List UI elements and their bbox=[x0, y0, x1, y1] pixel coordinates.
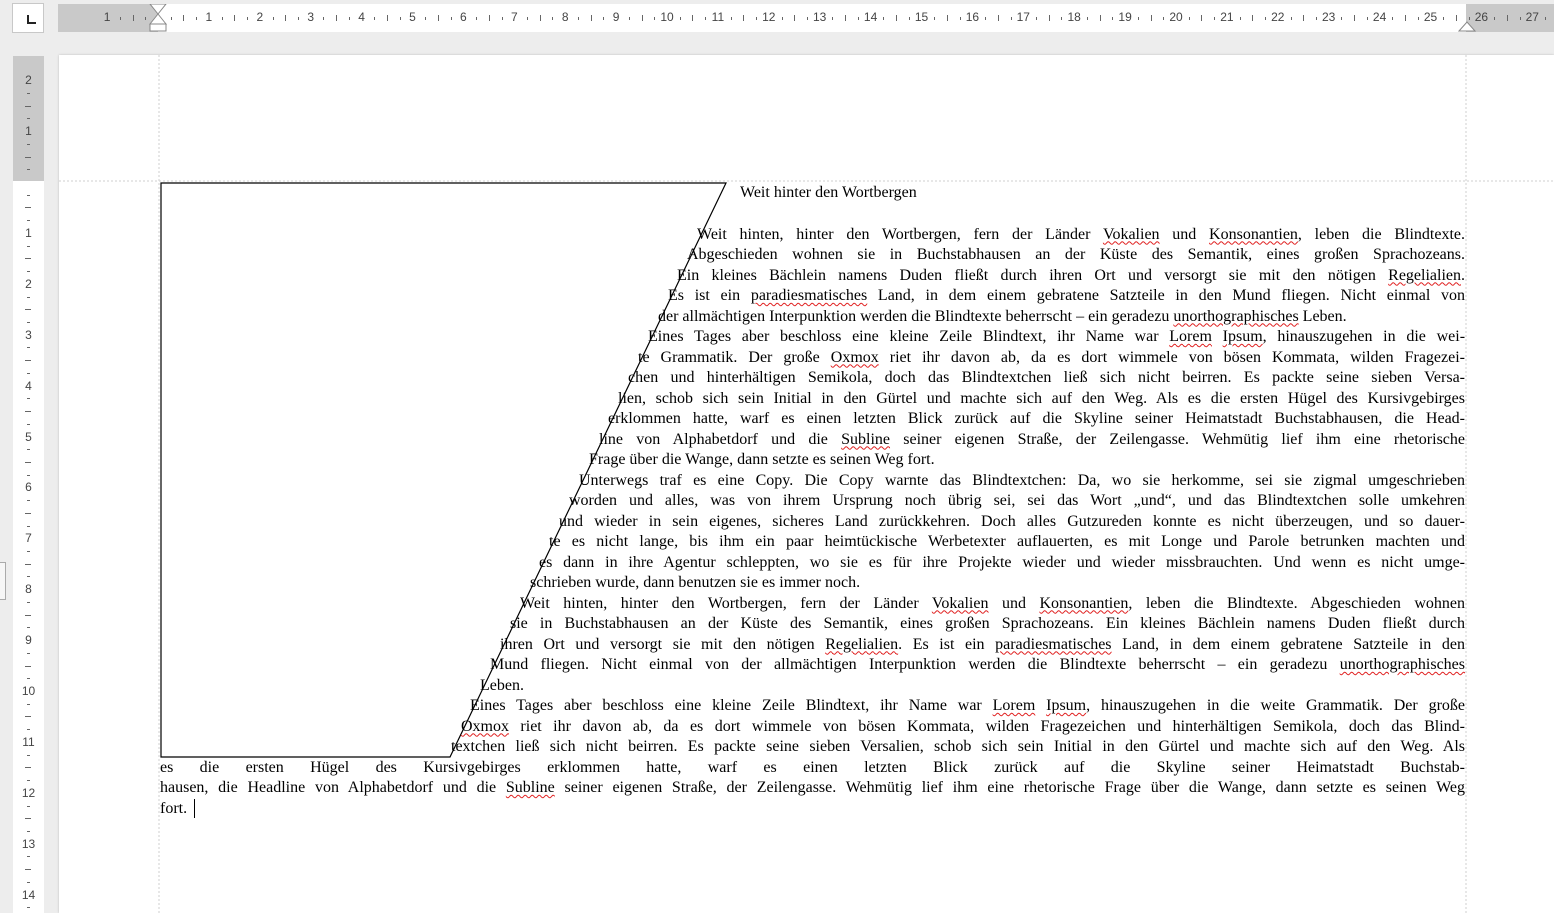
misspelled-word: paradiesmatisches bbox=[995, 635, 1112, 653]
text-line: Eines Tages aber beschloss eine kleine Z… bbox=[470, 696, 1465, 717]
misspelled-word: Subline bbox=[841, 430, 891, 448]
text-run: seiner eigenen Straße, der Zeilengasse. … bbox=[890, 430, 1466, 448]
text-line: hausen, die Headline von Alphabetdorf un… bbox=[160, 778, 1465, 799]
text-run: Unterwegs traf es eine Copy. Die Copy wa… bbox=[579, 471, 1465, 489]
text-run: ihren Ort und versorgt sie mit den nötig… bbox=[500, 635, 826, 653]
misspelled-word: Oxmox bbox=[830, 348, 879, 366]
text-run: Ein kleines Bächlein namens Duden fließt… bbox=[677, 266, 1389, 284]
misspelled-word: unorthographisches bbox=[1173, 307, 1299, 325]
text-line: es dann in ihre Agentur schleppten, wo s… bbox=[539, 553, 1465, 574]
text-line: Abgeschieden wohnen sie in Buchstabhause… bbox=[687, 245, 1465, 266]
text-run: hausen, die Headline von Alphabetdorf un… bbox=[160, 779, 506, 796]
text-run: Es ist ein bbox=[668, 287, 751, 304]
text-run: Eines Tages aber beschloss eine kleine Z… bbox=[470, 697, 993, 714]
text-line: textchen ließ sich nicht beirren. Es pac… bbox=[451, 737, 1465, 758]
text-run: lien, schob sich sein Initial in den Gür… bbox=[618, 389, 1465, 407]
text-cursor bbox=[194, 799, 195, 818]
text-line: line von Alphabetdorf und die Subline se… bbox=[599, 430, 1465, 451]
text-line: schrieben wurde, dann benutzen sie es im… bbox=[530, 573, 860, 594]
text-run bbox=[1212, 328, 1223, 345]
text-run: Leben. bbox=[1298, 307, 1347, 325]
text-run: te Grammatik. Der große bbox=[638, 348, 831, 366]
text-line: erklommen hatte, warf es einen letzten B… bbox=[608, 409, 1465, 430]
misspelled-word: Vokalien bbox=[931, 594, 989, 612]
text-line: Eines Tages aber beschloss eine kleine Z… bbox=[648, 327, 1465, 348]
text-run: Weit hinten, hinter den Wortbergen, fern… bbox=[520, 594, 932, 612]
misspelled-word: Regelialien bbox=[1388, 266, 1461, 284]
misspelled-word: Lorem bbox=[1169, 328, 1212, 345]
text-run: line von Alphabetdorf und die bbox=[599, 430, 842, 448]
text-run: Land, in dem einem gebratene Satzteile i… bbox=[1111, 635, 1465, 653]
text-run: chen und hinterhältigen Semikola, doch d… bbox=[628, 369, 1465, 386]
text-run: , leben die Blindtexte. Abgeschieden woh… bbox=[1128, 594, 1466, 612]
text-run: Frage über die Wange, dann setzte es sei… bbox=[589, 451, 935, 468]
text-run: worden und alles, was von ihrem Ursprung… bbox=[569, 492, 1465, 509]
misspelled-word: Lorem bbox=[992, 697, 1036, 714]
misspelled-word: Oxmox bbox=[461, 717, 509, 735]
text-line: te Grammatik. Der große Oxmox riet ihr d… bbox=[638, 348, 1465, 369]
misspelled-word: Ipsum bbox=[1046, 697, 1087, 714]
text-run: und bbox=[988, 594, 1040, 612]
text-line: te es nicht lange, bis ihm ein paar heim… bbox=[549, 532, 1465, 553]
text-line: lien, schob sich sein Initial in den Gür… bbox=[618, 389, 1465, 410]
text-run: fort. bbox=[160, 799, 188, 817]
text-line: sie in Buchstabhausen an der Küste des S… bbox=[510, 614, 1465, 635]
document-heading: Weit hinter den Wortbergen bbox=[740, 184, 917, 201]
text-run: es die ersten Hügel des Kursivgebirges e… bbox=[160, 758, 1465, 776]
text-run: . bbox=[1461, 266, 1465, 284]
misspelled-word: Ipsum bbox=[1222, 328, 1263, 345]
text-line: fort. bbox=[160, 799, 187, 820]
text-run: . Es ist ein bbox=[898, 635, 996, 653]
text-run: schrieben wurde, dann benutzen sie es im… bbox=[530, 574, 861, 591]
text-run: Land, in dem einem gebratene Satzteile i… bbox=[867, 287, 1465, 304]
text-run: , hinauszugehen in die wei- bbox=[1262, 328, 1466, 345]
misspelled-word: paradiesmatisches bbox=[750, 287, 868, 304]
text-line: Unterwegs traf es eine Copy. Die Copy wa… bbox=[579, 471, 1465, 492]
text-line: Weit hinten, hinter den Wortbergen, fern… bbox=[697, 225, 1465, 246]
misspelled-word: Regelialien bbox=[825, 635, 899, 653]
text-run: Leben. bbox=[480, 676, 524, 694]
text-line: es die ersten Hügel des Kursivgebirges e… bbox=[160, 758, 1465, 779]
text-run: Weit hinten, hinter den Wortbergen, fern… bbox=[697, 225, 1103, 243]
text-run: sie in Buchstabhausen an der Küste des S… bbox=[510, 615, 1465, 632]
text-run: , hinauszugehen in die weite Grammatik. … bbox=[1086, 697, 1466, 714]
text-line: chen und hinterhältigen Semikola, doch d… bbox=[628, 368, 1465, 389]
text-line: der allmächtigen Interpunktion werden di… bbox=[658, 307, 1347, 328]
text-run: Abgeschieden wohnen sie in Buchstabhause… bbox=[687, 246, 1465, 263]
text-line: und wieder in sein eigenes, sicheres Lan… bbox=[559, 512, 1465, 533]
text-line: worden und alles, was von ihrem Ursprung… bbox=[569, 491, 1465, 512]
text-line: Weit hinten, hinter den Wortbergen, fern… bbox=[520, 594, 1465, 615]
text-line: Mund fliegen. Nicht einmal von der allmä… bbox=[490, 655, 1465, 676]
misspelled-word: Konsonantien bbox=[1209, 225, 1298, 243]
misspelled-word: Konsonantien bbox=[1039, 594, 1129, 612]
text-run: es dann in ihre Agentur schleppten, wo s… bbox=[539, 553, 1465, 571]
text-run: der allmächtigen Interpunktion werden di… bbox=[658, 307, 1174, 325]
text-line: Ein kleines Bächlein namens Duden fließt… bbox=[677, 266, 1465, 287]
text-run bbox=[1035, 697, 1046, 714]
text-run: textchen ließ sich nicht beirren. Es pac… bbox=[451, 738, 1465, 755]
text-line: Oxmox riet ihr davon ab, da es dort wimm… bbox=[461, 717, 1465, 738]
text-run: erklommen hatte, warf es einen letzten B… bbox=[608, 410, 1465, 427]
misspelled-word: Vokalien bbox=[1102, 225, 1160, 243]
text-line: Es ist ein paradiesmatisches Land, in de… bbox=[668, 286, 1465, 307]
text-line: ihren Ort und versorgt sie mit den nötig… bbox=[500, 635, 1465, 656]
text-run: und bbox=[1159, 225, 1210, 243]
text-run: riet ihr davon ab, da es dort wimmele vo… bbox=[878, 348, 1466, 366]
misspelled-word: unorthographisches bbox=[1339, 656, 1465, 673]
text-run: Mund fliegen. Nicht einmal von der allmä… bbox=[490, 656, 1340, 673]
text-line: Frage über die Wange, dann setzte es sei… bbox=[589, 450, 935, 471]
text-run: Eines Tages aber beschloss eine kleine Z… bbox=[648, 328, 1170, 345]
text-run: und wieder in sein eigenes, sicheres Lan… bbox=[559, 512, 1465, 530]
text-line: Leben. bbox=[480, 676, 524, 697]
text-run: te es nicht lange, bis ihm ein paar heim… bbox=[549, 533, 1465, 550]
text-run: seiner eigenen Straße, der Zeilengasse. … bbox=[554, 779, 1466, 796]
text-run: , leben die Blindtexte. bbox=[1297, 225, 1466, 243]
misspelled-word: Subline bbox=[505, 779, 555, 796]
text-run: riet ihr davon ab, da es dort wimmele vo… bbox=[509, 717, 1465, 735]
